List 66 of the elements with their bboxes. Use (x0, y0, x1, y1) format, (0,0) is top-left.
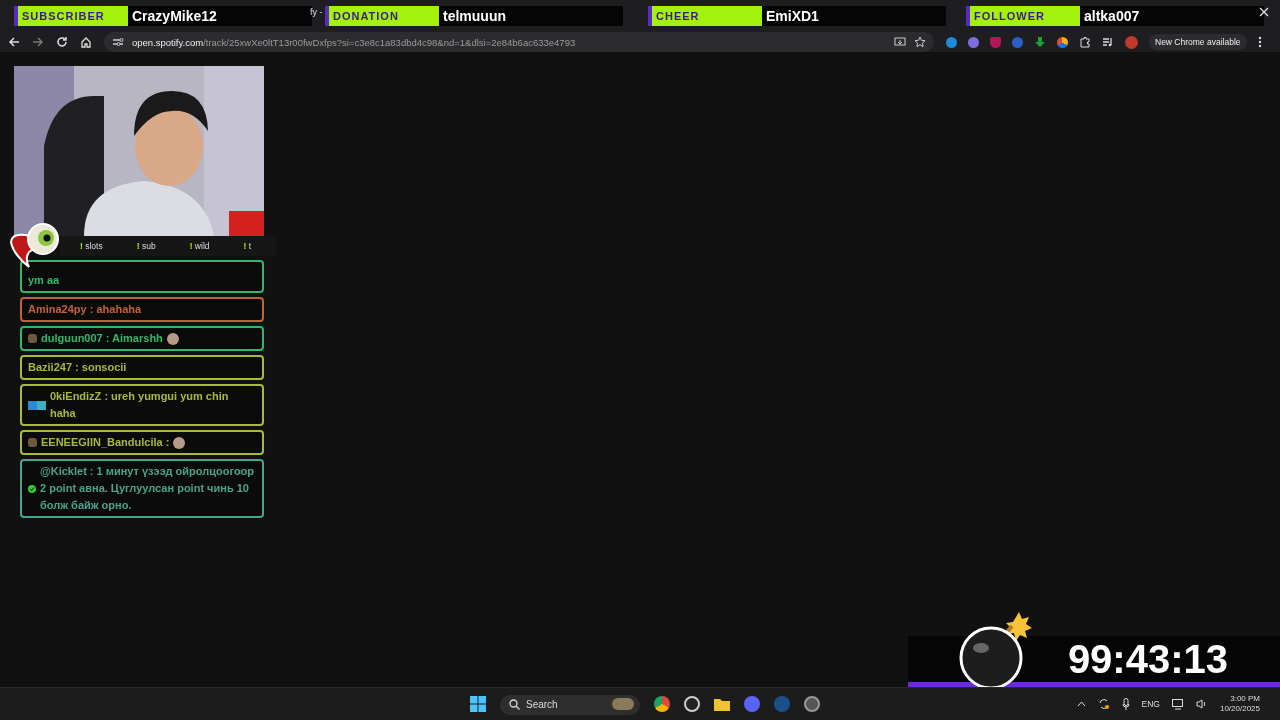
alert-label: SUBSCRIBER (14, 6, 128, 26)
search-icon (509, 699, 520, 710)
install-icon[interactable] (894, 36, 906, 48)
chat-text: dulguun007 : Aimarshh (41, 331, 163, 346)
badge-icon (28, 334, 37, 343)
alert-name: telmuuun (439, 6, 623, 26)
exclamation-mark: ! (243, 241, 247, 251)
recorder-icon[interactable] (684, 696, 700, 712)
check-icon (28, 484, 36, 493)
star-icon[interactable] (914, 36, 926, 48)
media-icon[interactable] (1102, 37, 1114, 47)
address-bar[interactable]: open.spotify.com/track/25xwXe0ltT13r00fwDxfps?si=c3e8c1a83dbd4c98&nd=1&dlsi=2e84b6ac633e4793 (104, 32, 934, 52)
timer-text: 99:43:13 (1067, 636, 1228, 682)
close-icon[interactable] (1259, 7, 1269, 17)
sync-icon[interactable] (1097, 698, 1110, 710)
chat-text: 0kiEndizZ : ureh yumgui yum chin haha (50, 389, 230, 421)
command-label: t (248, 241, 252, 251)
microphone-icon[interactable] (1121, 698, 1130, 710)
puzzle-icon[interactable] (1079, 36, 1091, 48)
exclamation-mark: ! (136, 241, 140, 251)
menu-icon[interactable] (1257, 36, 1262, 48)
alert-label: DONATION (325, 6, 439, 26)
update-button[interactable]: New Chrome available (1149, 34, 1247, 50)
shield-icon[interactable] (990, 36, 1001, 48)
reload-icon[interactable] (56, 36, 68, 48)
chevron-up-icon[interactable] (1076, 701, 1086, 707)
extension-icon[interactable] (1057, 36, 1068, 48)
extension-icon[interactable] (968, 36, 979, 48)
chat-text: ym aa (28, 273, 60, 288)
extension-icon[interactable] (946, 36, 957, 48)
network-icon[interactable] (1171, 698, 1184, 710)
search-field[interactable]: Search (500, 694, 640, 715)
chat-app-icon[interactable] (744, 696, 760, 712)
home-icon[interactable] (80, 36, 92, 48)
clock-date[interactable]: 10/20/2025 (1219, 704, 1260, 714)
forward-icon[interactable] (32, 36, 44, 48)
clock-time[interactable]: 3:00 PM (1230, 694, 1260, 704)
alert-name: EmiXD1 (762, 6, 946, 26)
alert-name: altka007 (1080, 6, 1264, 26)
language-indicator[interactable]: ENG (1141, 699, 1160, 709)
command-label: wild (194, 241, 210, 251)
download-icon[interactable] (1034, 36, 1046, 48)
exclamation-mark: ! (80, 241, 83, 251)
command-label: slots (85, 241, 103, 251)
profile-avatar[interactable] (1125, 35, 1138, 49)
chat-text: Bazii247 : sonsocii (28, 360, 127, 375)
command-label: sub (141, 241, 156, 251)
chat-text: Amina24py : ahahaha (28, 302, 142, 317)
exclamation-mark: ! (189, 241, 193, 251)
badge-icon (28, 400, 46, 410)
browser-icon[interactable] (654, 696, 670, 712)
site-settings-icon[interactable] (112, 37, 124, 47)
app-icon[interactable] (804, 696, 820, 712)
alert-label: FOLLOWER (966, 6, 1080, 26)
tab-title: fy - (310, 6, 323, 18)
emote-icon (166, 332, 179, 345)
back-icon[interactable] (8, 36, 20, 48)
badge-icon (28, 438, 37, 447)
chat-text: @Kicklet : 1 минут үзээд ойролцоогоор 2 point авна. Цуглуулсан point чинь 10 болж байж орно. (40, 464, 256, 513)
emote-icon (173, 436, 186, 449)
chat-text: EENEEGIIN_Bandulcila : (41, 435, 170, 450)
volume-icon[interactable] (1195, 699, 1208, 709)
folder-icon[interactable] (714, 697, 730, 711)
alert-label: CHEER (648, 6, 762, 26)
url-text: open.spotify.com/track/25xwXe0ltT13r00fwDxfps?si=c3e8c1a83dbd4c98&nd=1&dlsi=2e84b6ac633e4793 (132, 36, 576, 48)
start-icon[interactable] (470, 696, 486, 712)
